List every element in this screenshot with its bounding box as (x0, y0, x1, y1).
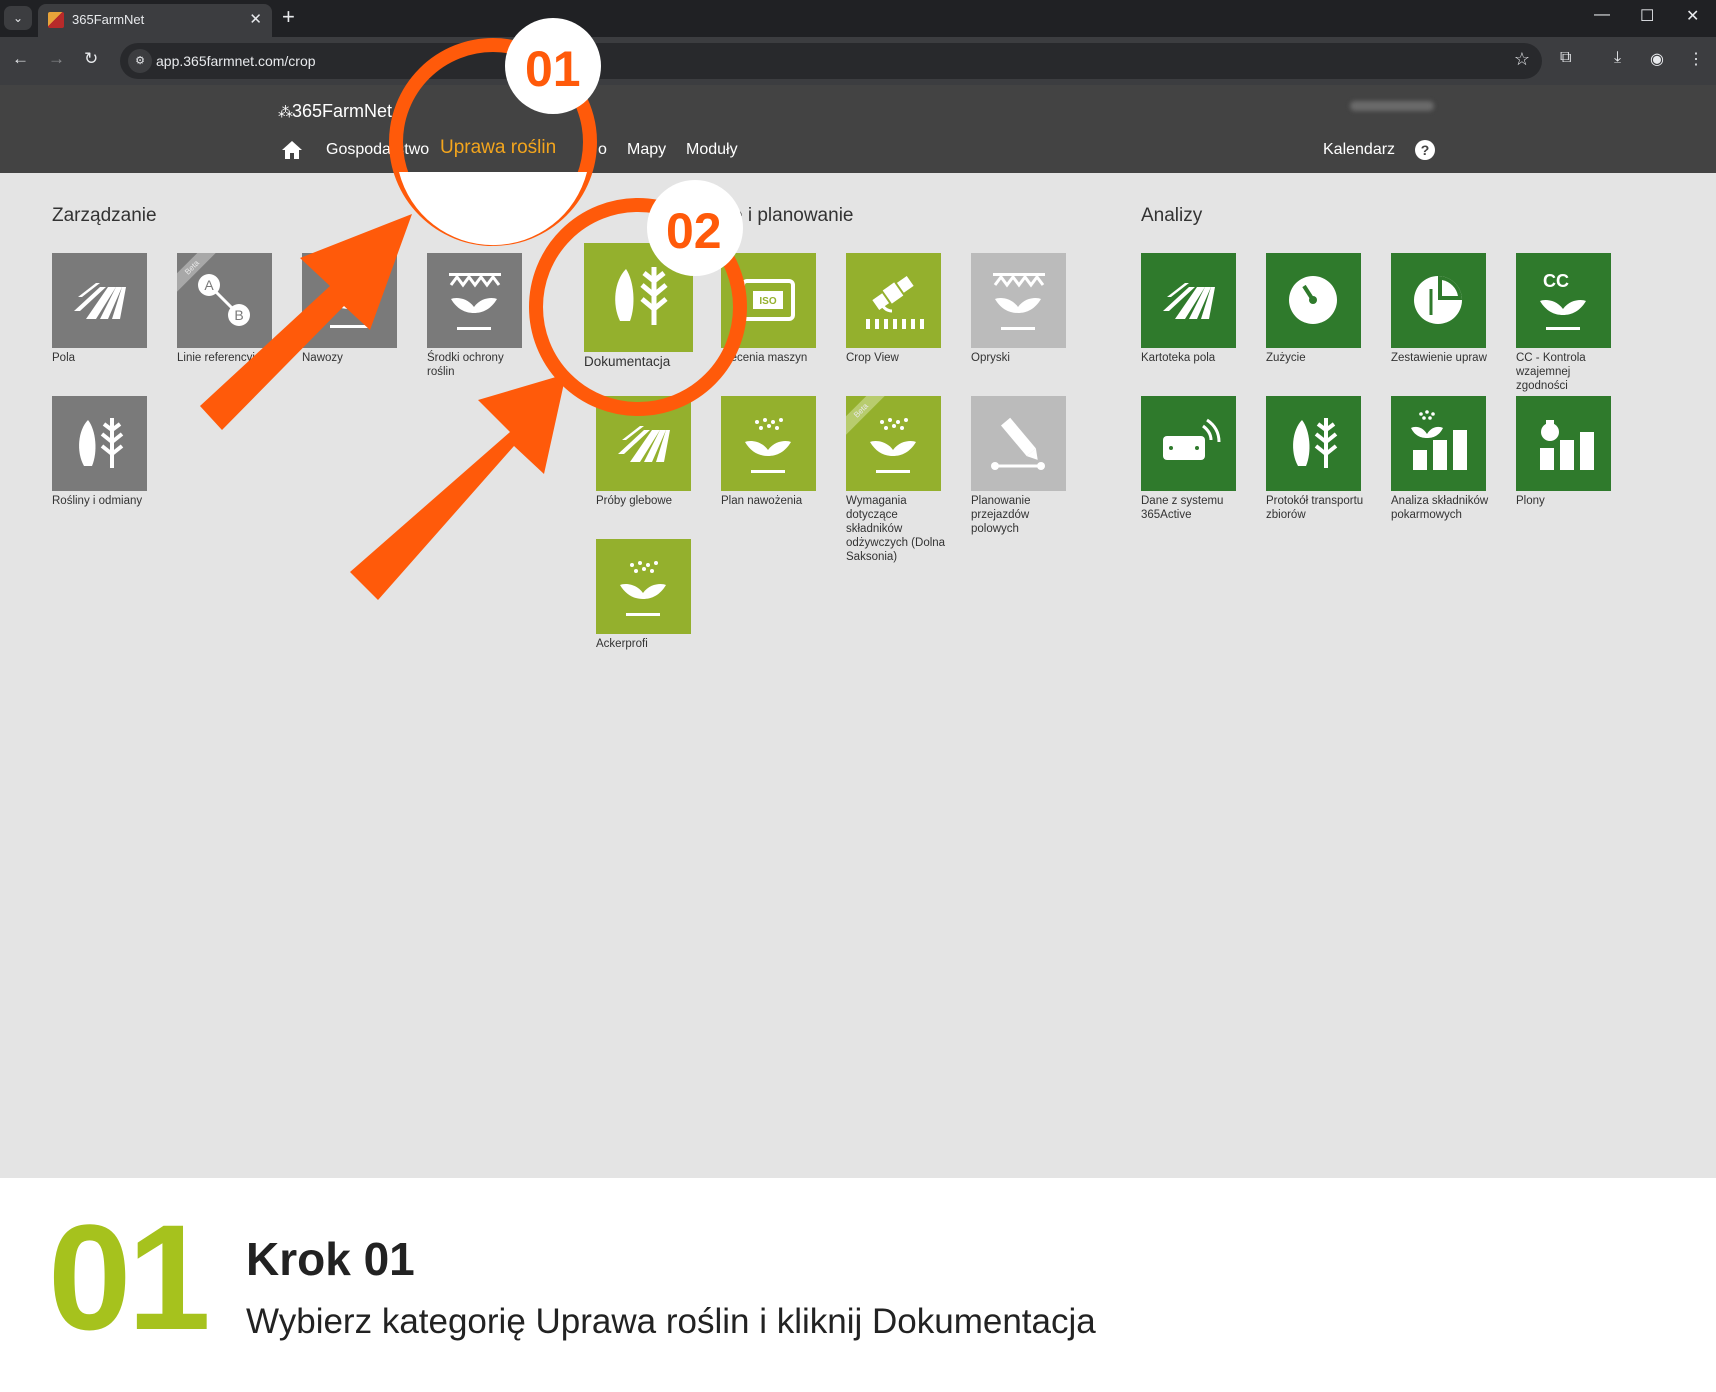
tile-rosliny-i-odmiany[interactable]: Rośliny i odmiany (52, 396, 147, 508)
menu-dots-icon[interactable]: ⋮ (1688, 49, 1704, 69)
tile-dokumentacja[interactable]: Dokumentacja (584, 243, 693, 369)
sprayer-plant-icon (449, 273, 501, 330)
new-tab-button[interactable]: + (282, 4, 295, 30)
minimize-icon[interactable]: — (1594, 6, 1610, 24)
module-grid: Zarządzanie e i planowanie Analizy Pola … (0, 173, 1716, 1178)
iso-icon: ISO (741, 279, 795, 321)
tile-cc-kontrola[interactable]: CC CC - Kontrola wzajemnej zgodności (1516, 253, 1611, 393)
svg-text:A: A (204, 277, 214, 293)
home-icon[interactable] (282, 141, 302, 159)
tile-wymagania[interactable]: Beta Wymagania dotyczące składników odży… (846, 396, 945, 564)
logo-mark-icon: ⁂ (278, 104, 293, 121)
section-zarzadzanie: Zarządzanie (52, 205, 157, 226)
profile-icon[interactable]: ◉ (1650, 49, 1664, 69)
crop-icon (1293, 418, 1338, 468)
tile-analiza-skladnikow[interactable]: Analiza składników pokarmowych (1391, 396, 1488, 522)
tile-zuzycie[interactable]: Zużycie (1266, 253, 1361, 365)
tile-ackerprofi[interactable]: Ackerprofi (596, 539, 691, 651)
tile-srodki-ochrony[interactable]: Środki ochrony roślin (427, 253, 522, 379)
tile-zlecenia-maszyn[interactable]: ISO Zlecenia maszyn (721, 253, 816, 365)
gauge-icon (1289, 276, 1337, 324)
cc-plant-icon: CC (1540, 271, 1586, 330)
plant-icon (324, 292, 374, 328)
tile-opryski[interactable]: Opryski (971, 253, 1066, 365)
tile-zestawienie-upraw[interactable]: Zestawienie upraw (1391, 253, 1487, 365)
fertilizer-plant-icon (870, 418, 916, 473)
svg-text:CC: CC (1543, 271, 1569, 291)
tile-pola[interactable]: Pola (52, 253, 147, 365)
extensions-icon[interactable]: ⧉ (1560, 49, 1571, 67)
help-icon[interactable]: ? (1415, 140, 1435, 160)
forward-icon[interactable]: → (48, 49, 65, 69)
step-description: Wybierz kategorię Uprawa roślin i klikni… (246, 1302, 1096, 1341)
crop-icon (79, 418, 124, 468)
user-name-blurred[interactable] (1350, 101, 1434, 111)
menu-uprawa-roslin[interactable]: Uprawa roślin (440, 137, 556, 159)
field-icon (618, 426, 670, 462)
pen-icon (991, 417, 1045, 470)
bar-plant-icon (1411, 410, 1467, 470)
ab-line-icon: AB (198, 274, 250, 326)
address-bar[interactable]: ⚙ app.365farmnet.com/crop ☆ (120, 43, 1542, 79)
tile-plony[interactable]: Plony (1516, 396, 1611, 508)
menu-hidden-item[interactable]: o (598, 141, 607, 159)
close-window-icon[interactable]: ✕ (1686, 6, 1699, 26)
step-title: Krok 01 (246, 1233, 415, 1285)
money-bar-icon (1540, 420, 1594, 470)
svg-text:ISO: ISO (759, 296, 776, 307)
fertilizer-plant-icon (745, 418, 791, 473)
tile-planowanie-przejazdow[interactable]: Planowanie przejazdów polowych (971, 396, 1066, 536)
maximize-icon[interactable]: ☐ (1640, 6, 1654, 26)
tab-list-button[interactable]: ⌄ (4, 6, 32, 30)
step-number: 01 (48, 1193, 211, 1361)
tile-linie-referencyjne[interactable]: Beta AB Linie referencyjne (177, 253, 272, 365)
sprayer-plant-icon (993, 273, 1045, 330)
tractor-signal-icon (1163, 418, 1221, 460)
badge-01-label: 01 (525, 41, 581, 97)
svg-text:B: B (234, 307, 243, 323)
satellite-icon (866, 276, 924, 329)
site-info-icon[interactable]: ⚙ (128, 49, 152, 73)
favicon-icon (48, 12, 64, 28)
menu-gospodarstwo[interactable]: Gospodarstwo (326, 141, 429, 159)
tile-plan-nawozenia[interactable]: Plan nawożenia (721, 396, 816, 508)
menu-moduly[interactable]: Moduły (686, 141, 738, 159)
app-header: ⁂365FarmNet Gospodarstwo Uprawa roślin o… (0, 85, 1716, 173)
step-footer: 01 Krok 01 Wybierz kategorię Uprawa rośl… (0, 1178, 1716, 1392)
fertilizer-plant-icon (620, 561, 666, 616)
pie-icon (1414, 276, 1462, 324)
section-planowanie: e i planowanie (732, 205, 854, 226)
field-icon (74, 283, 126, 319)
tile-proby-glebowe[interactable]: Próby glebowe (596, 396, 691, 508)
section-analizy: Analizy (1141, 205, 1203, 226)
tile-kartoteka-pola[interactable]: Kartoteka pola (1141, 253, 1236, 365)
bookmark-star-icon[interactable]: ☆ (1514, 49, 1530, 70)
reload-icon[interactable]: ↻ (84, 49, 98, 69)
field-icon (1163, 283, 1215, 319)
tile-nawozy[interactable]: Nawozy (302, 253, 397, 365)
back-icon[interactable]: ← (12, 49, 29, 69)
download-icon[interactable]: ⤓ (1614, 49, 1621, 67)
calendar-link[interactable]: Kalendarz (1323, 141, 1395, 159)
menu-mapy[interactable]: Mapy (627, 141, 666, 159)
url-text: app.365farmnet.com/crop (156, 53, 316, 69)
tab-title: 365FarmNet (72, 12, 145, 27)
badge-02-label: 02 (666, 203, 722, 259)
logo[interactable]: ⁂365FarmNet (278, 101, 392, 122)
browser-toolbar: ← → ↻ ⚙ app.365farmnet.com/crop ☆ ⧉ ⤓ ◉ … (0, 37, 1716, 85)
browser-tabbar: ⌄ 365FarmNet ✕ + — ☐ ✕ (0, 0, 1716, 37)
tile-dane-365active[interactable]: Dane z systemu 365Active (1141, 396, 1236, 522)
tile-crop-view[interactable]: Crop View (846, 253, 941, 365)
tile-protokol-transportu[interactable]: Protokół transportu zbiorów (1266, 396, 1363, 522)
browser-tab[interactable]: 365FarmNet ✕ (38, 4, 272, 37)
close-tab-icon[interactable]: ✕ (249, 10, 262, 28)
